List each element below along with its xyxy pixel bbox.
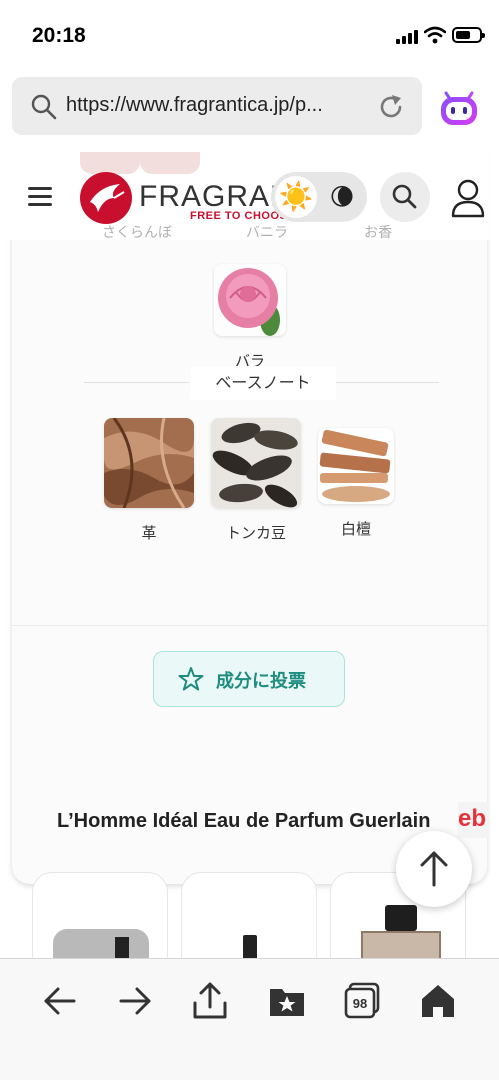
product-card[interactable]: [181, 872, 317, 958]
browser-toolbar: 98: [0, 958, 499, 1080]
ghost-note-label: さくらんぼ: [102, 225, 172, 241]
note-label: 革: [141, 524, 157, 542]
card-separator: [12, 625, 487, 626]
scroll-to-top-button[interactable]: [396, 831, 472, 907]
forward-arrow-icon[interactable]: [115, 981, 155, 1021]
wifi-icon: [424, 26, 446, 44]
fragrantica-logo-icon[interactable]: [80, 172, 132, 224]
menu-icon[interactable]: [28, 187, 54, 207]
product-image-cap: [115, 937, 129, 958]
note-label: トンカ豆: [225, 524, 286, 542]
product-image: [243, 935, 257, 958]
product-image-cap: [385, 905, 417, 931]
battery-icon: [452, 27, 485, 43]
back-arrow-icon[interactable]: [40, 981, 80, 1021]
ghost-note-label: バニラ: [246, 225, 288, 241]
theme-toggle[interactable]: ☀️ 🌘: [271, 172, 367, 222]
rose-icon: [214, 264, 286, 336]
tabs-button[interactable]: 98: [342, 981, 382, 1021]
url-text[interactable]: https://www.fragrantica.jp/p...: [66, 94, 376, 117]
vote-button-label: 成分に投票: [216, 671, 306, 692]
site-header: さくらんぼ バニラ お香 FRAGRANTICA FREE TO CHOOSE …: [0, 152, 499, 241]
product-image: [361, 931, 441, 958]
cherry-icon: [80, 152, 140, 174]
note-rose[interactable]: バラ: [212, 264, 288, 371]
ghost-note-label: お香: [364, 225, 392, 241]
tonka-bean-icon: [211, 418, 301, 508]
cherry-icon: [140, 152, 200, 174]
status-time: 20:18: [32, 24, 86, 47]
search-icon: [31, 94, 57, 120]
bookmarks-folder-icon[interactable]: [267, 981, 307, 1021]
arrow-up-icon: [420, 851, 448, 887]
tab-count: 98: [352, 996, 368, 1011]
notes-card: バラ ベースノート 革 トンカ豆 白檀 成分に投票: [12, 152, 487, 884]
assistant-bot-icon[interactable]: [436, 84, 482, 130]
note-leather[interactable]: 革: [102, 418, 196, 543]
product-image: [53, 929, 149, 958]
note-label: 白檀: [340, 520, 371, 538]
sandalwood-icon: [318, 428, 394, 504]
moon-icon: 🌘: [329, 183, 355, 211]
leather-icon: [104, 418, 194, 508]
cellular-signal-icon: [396, 30, 418, 44]
note-tonka-bean[interactable]: トンカ豆: [209, 418, 303, 543]
site-search-button[interactable]: [380, 172, 430, 222]
search-icon: [392, 184, 417, 209]
web-page: バラ ベースノート 革 トンカ豆 白檀 成分に投票 L’Homme Idéal …: [0, 152, 499, 958]
status-bar: 20:18: [0, 0, 499, 72]
note-sandalwood[interactable]: 白檀: [314, 428, 398, 539]
share-icon[interactable]: [190, 981, 230, 1021]
address-bar[interactable]: https://www.fragrantica.jp/p...: [12, 77, 422, 135]
base-notes-title: ベースノート: [190, 366, 336, 400]
product-card[interactable]: [32, 872, 168, 958]
perfume-title[interactable]: L’Homme Idéal Eau de Parfum Guerlain: [57, 810, 430, 833]
sun-icon: ☀️: [275, 176, 317, 218]
home-icon[interactable]: [418, 981, 458, 1021]
star-icon: [178, 667, 204, 691]
ad-logo-text: eb: [458, 805, 487, 832]
user-icon[interactable]: [450, 178, 486, 218]
vote-ingredients-button[interactable]: 成分に投票: [153, 651, 345, 707]
reload-icon[interactable]: [376, 92, 406, 122]
